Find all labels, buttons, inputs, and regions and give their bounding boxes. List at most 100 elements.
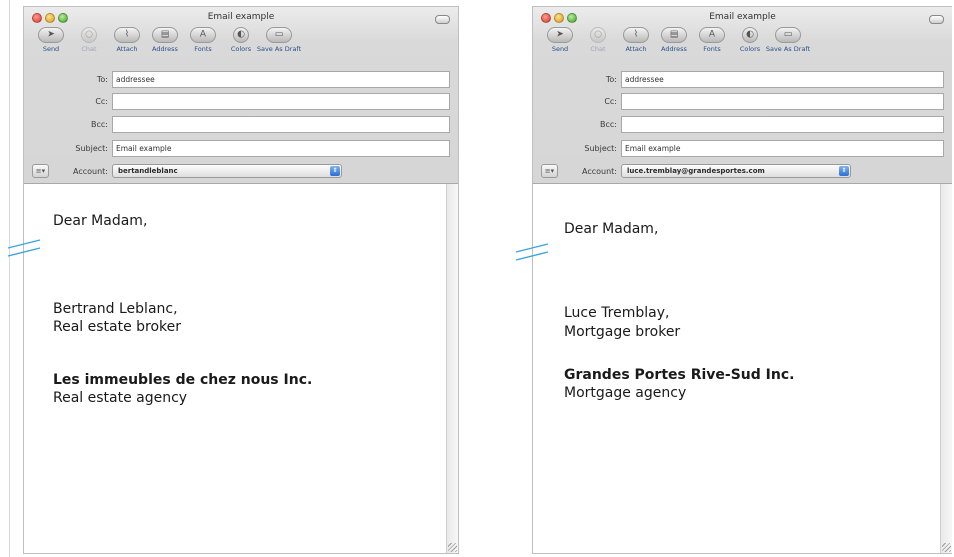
attach-button[interactable]: ⌇ Attach: [617, 27, 655, 53]
message-body[interactable]: Dear Madam, Luce Tremblay, Mortgage brok…: [533, 184, 952, 553]
send-button[interactable]: ➤ Send: [32, 27, 70, 53]
chat-label: Chat: [81, 45, 97, 53]
account-row: ≡▾ Account: bertandleblanc ⇕: [24, 163, 458, 181]
to-row: To: addressee: [24, 71, 458, 89]
to-row: To: addressee: [533, 71, 952, 89]
to-field[interactable]: addressee: [621, 71, 944, 88]
send-icon: ➤: [547, 27, 573, 43]
cc-field[interactable]: [621, 93, 944, 110]
save-as-draft-button[interactable]: ▭ Save As Draft: [765, 27, 811, 53]
send-label: Send: [42, 45, 60, 53]
attach-button[interactable]: ⌇ Attach: [108, 27, 146, 53]
toolbar-toggle-icon[interactable]: [435, 15, 450, 24]
account-select[interactable]: bertandleblanc ⇕: [112, 164, 342, 178]
bcc-label: Bcc:: [600, 120, 617, 129]
fonts-label: Fonts: [703, 45, 721, 53]
sender-role: Real estate broker: [53, 319, 182, 335]
sender-role: Mortgage broker: [564, 324, 681, 340]
select-arrows-icon: ⇕: [839, 166, 849, 176]
toolbar-toggle-icon[interactable]: [929, 15, 944, 24]
send-icon: ➤: [38, 27, 64, 43]
toolbar: ➤ Send ○ Chat ⌇ Attach ▤ Address A Fonts…: [541, 27, 811, 53]
chat-icon: ○: [81, 27, 97, 43]
email-window-right: Email example ➤ Send ○ Chat ⌇ Attach ▤ A…: [532, 6, 952, 554]
draft-icon: ▭: [266, 27, 292, 43]
send-button[interactable]: ➤ Send: [541, 27, 579, 53]
to-label: To:: [605, 75, 617, 84]
address-button[interactable]: ▤ Address: [655, 27, 693, 53]
save-as-draft-button[interactable]: ▭ Save As Draft: [256, 27, 302, 53]
vertical-scrollbar[interactable]: [940, 184, 952, 553]
company-type: Mortgage agency: [564, 385, 687, 401]
colors-label: Colors: [739, 45, 761, 53]
save-as-draft-label: Save As Draft: [765, 45, 811, 53]
subject-row: Subject: Email example: [24, 140, 458, 158]
email-window-left: Email example ➤ Send ○ Chat ⌇ Attach ▤ A…: [23, 6, 459, 554]
cc-label: Cc:: [604, 97, 617, 106]
bcc-row: Bcc:: [533, 116, 952, 134]
account-value: luce.tremblay@grandesportes.com: [627, 167, 765, 175]
header-area: Email example ➤ Send ○ Chat ⌇ Attach ▤ A…: [533, 7, 952, 184]
greeting-text: Dear Madam,: [53, 213, 148, 229]
cc-field[interactable]: [112, 93, 450, 110]
subject-label: Subject:: [75, 144, 108, 153]
send-label: Send: [551, 45, 569, 53]
colors-icon: ◐: [233, 27, 249, 43]
bcc-field[interactable]: [112, 116, 450, 133]
draft-icon: ▭: [775, 27, 801, 43]
resize-grip-icon[interactable]: [942, 543, 951, 552]
address-book-icon: ▤: [661, 27, 687, 43]
address-book-icon: ▤: [152, 27, 178, 43]
text-break-mark-icon: [7, 239, 41, 257]
subject-field[interactable]: Email example: [621, 140, 944, 157]
message-body[interactable]: Dear Madam, Bertrand Leblanc, Real estat…: [24, 184, 458, 553]
company-name: Grandes Portes Rive-Sud Inc.: [564, 367, 795, 383]
address-label: Address: [661, 45, 687, 53]
bcc-label: Bcc:: [91, 120, 108, 129]
select-arrows-icon: ⇕: [330, 166, 340, 176]
fonts-icon: A: [190, 27, 216, 43]
header-options-button[interactable]: ≡▾: [32, 164, 49, 178]
company-name: Les immeubles de chez nous Inc.: [53, 372, 313, 388]
fonts-button[interactable]: A Fonts: [693, 27, 731, 53]
window-title: Email example: [207, 12, 275, 22]
bcc-field[interactable]: [621, 116, 944, 133]
account-label: Account:: [582, 167, 617, 176]
account-select[interactable]: luce.tremblay@grandesportes.com ⇕: [621, 164, 851, 178]
address-button[interactable]: ▤ Address: [146, 27, 184, 53]
colors-icon: ◐: [742, 27, 758, 43]
subject-field[interactable]: Email example: [112, 140, 450, 157]
save-as-draft-label: Save As Draft: [256, 45, 302, 53]
header-area: Email example ➤ Send ○ Chat ⌇ Attach ▤ A…: [24, 7, 458, 184]
address-label: Address: [152, 45, 178, 53]
page-edge-line: [9, 0, 10, 557]
sender-name: Bertrand Leblanc,: [53, 301, 178, 317]
text-break-mark-icon: [515, 243, 549, 261]
colors-button[interactable]: ◐ Colors: [731, 27, 769, 53]
colors-label: Colors: [230, 45, 252, 53]
fonts-label: Fonts: [194, 45, 212, 53]
vertical-scrollbar[interactable]: [446, 184, 458, 553]
cc-label: Cc:: [95, 97, 108, 106]
attach-label: Attach: [625, 45, 647, 53]
paperclip-icon: ⌇: [623, 27, 649, 43]
cc-row: Cc:: [24, 93, 458, 111]
to-label: To:: [96, 75, 108, 84]
chat-button[interactable]: ○ Chat: [579, 27, 617, 53]
fonts-button[interactable]: A Fonts: [184, 27, 222, 53]
account-label: Account:: [73, 167, 108, 176]
account-row: ≡▾ Account: luce.tremblay@grandesportes.…: [533, 163, 952, 181]
cc-row: Cc:: [533, 93, 952, 111]
colors-button[interactable]: ◐ Colors: [222, 27, 260, 53]
subject-label: Subject:: [584, 144, 617, 153]
chat-button[interactable]: ○ Chat: [70, 27, 108, 53]
attach-label: Attach: [116, 45, 138, 53]
chat-icon: ○: [590, 27, 606, 43]
header-options-button[interactable]: ≡▾: [541, 164, 558, 178]
resize-grip-icon[interactable]: [448, 543, 457, 552]
window-title: Email example: [709, 12, 776, 22]
to-field[interactable]: addressee: [112, 71, 450, 88]
account-value: bertandleblanc: [118, 167, 178, 175]
chat-label: Chat: [590, 45, 606, 53]
subject-row: Subject: Email example: [533, 140, 952, 158]
